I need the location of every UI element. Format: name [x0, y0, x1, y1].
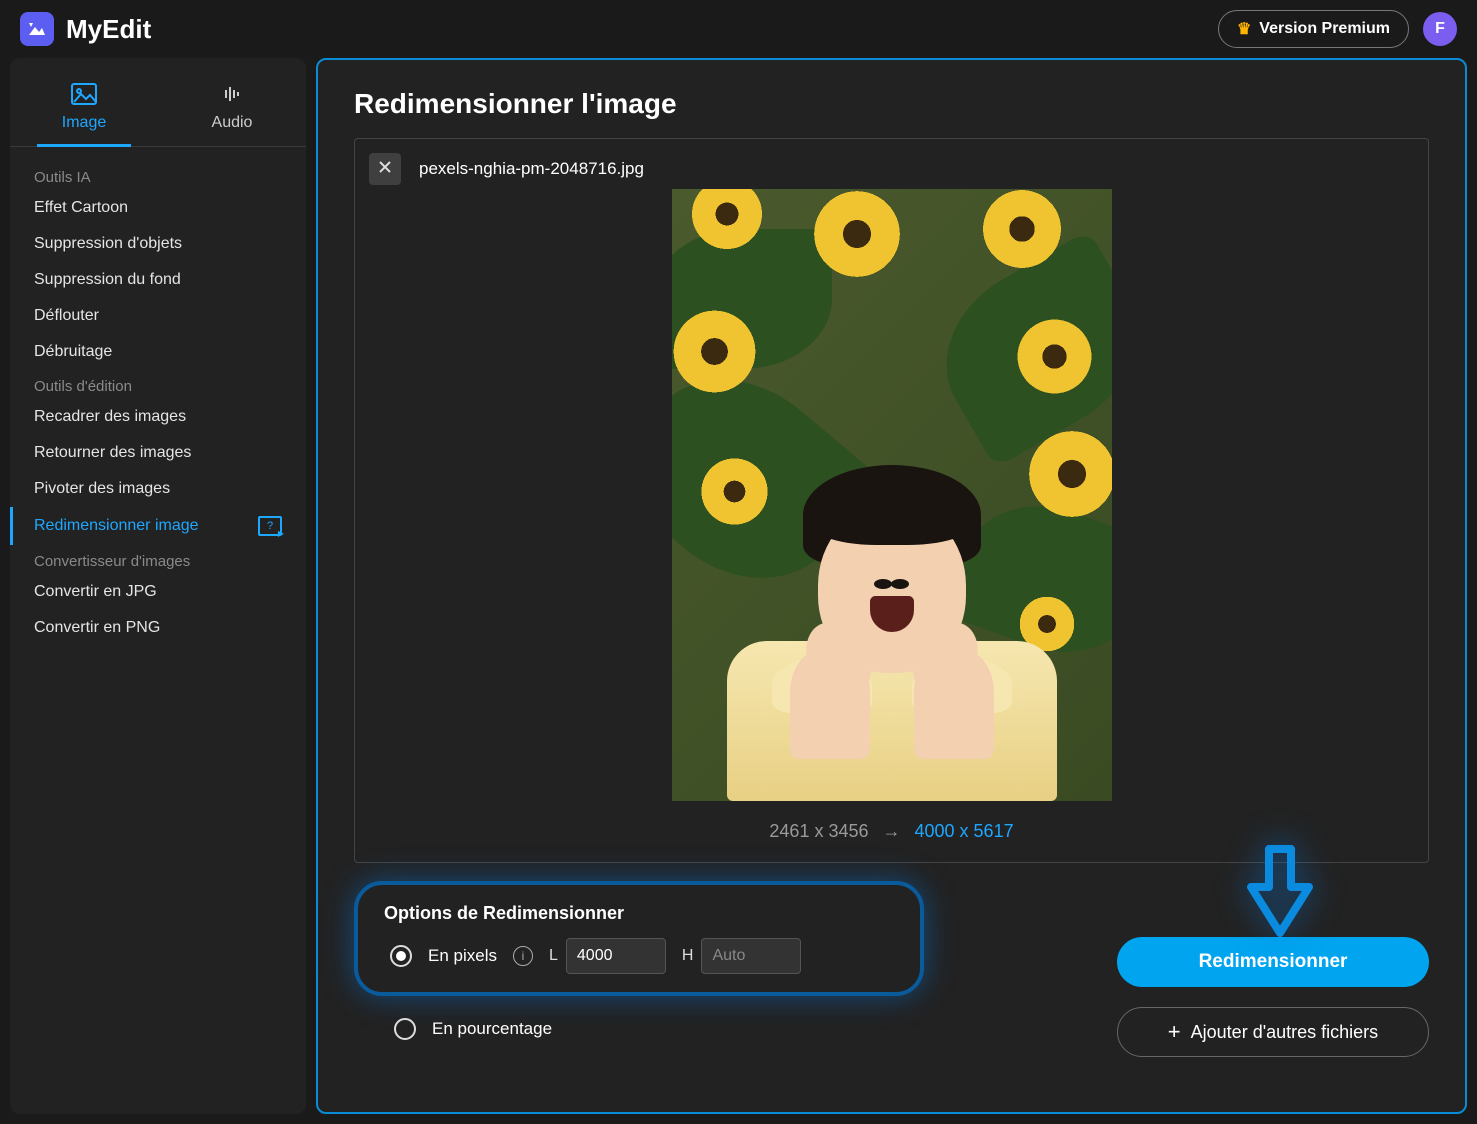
sidebar-item-rotate[interactable]: Pivoter des images: [10, 471, 306, 507]
sidebar-item-flip[interactable]: Retourner des images: [10, 435, 306, 471]
arrow-icon: →: [883, 821, 901, 842]
tab-audio[interactable]: Audio: [158, 70, 306, 146]
premium-label: Version Premium: [1259, 20, 1390, 38]
tab-audio-label: Audio: [212, 114, 253, 132]
preview-card: pexels-nghia-pm-2048716.jpg: [354, 138, 1429, 863]
sidebar-item-crop[interactable]: Recadrer des images: [10, 399, 306, 435]
logo-icon: [20, 12, 54, 46]
plus-icon: +: [1168, 1021, 1181, 1043]
page-title: Redimensionner l'image: [354, 88, 1429, 120]
section-converter: Convertisseur d'images: [10, 545, 306, 574]
resize-options: Options de Redimensionner En pixels i L …: [354, 881, 924, 996]
radio-pixels-label: En pixels: [428, 946, 497, 966]
radio-percent-label: En pourcentage: [432, 1019, 552, 1039]
sidebar-item-remove-objects[interactable]: Suppression d'objets: [10, 226, 306, 262]
sidebar-item-resize[interactable]: Redimensionner image: [10, 507, 306, 545]
sidebar-item-convert-jpg[interactable]: Convertir en JPG: [10, 574, 306, 610]
info-icon[interactable]: i: [513, 946, 533, 966]
premium-button[interactable]: ♛ Version Premium: [1218, 10, 1409, 48]
resize-icon: [258, 516, 282, 536]
sidebar-item-remove-bg[interactable]: Suppression du fond: [10, 262, 306, 298]
radio-percent[interactable]: [394, 1018, 416, 1040]
app-header: MyEdit ♛ Version Premium F: [0, 0, 1477, 58]
sidebar: Image Audio Outils IA Effet Cartoon Supp…: [10, 58, 306, 1114]
sidebar-item-cartoon[interactable]: Effet Cartoon: [10, 190, 306, 226]
filename: pexels-nghia-pm-2048716.jpg: [419, 159, 644, 179]
highlight-arrow-icon: [1241, 843, 1319, 944]
audio-icon: [218, 80, 246, 108]
brand-name: MyEdit: [66, 14, 151, 45]
close-icon: [377, 159, 393, 180]
brand[interactable]: MyEdit: [20, 12, 151, 46]
avatar-initial: F: [1435, 20, 1445, 38]
section-edit-tools: Outils d'édition: [10, 370, 306, 399]
image-preview: [672, 189, 1112, 801]
dimensions-readout: 2461 x 3456 → 4000 x 5617: [369, 821, 1414, 842]
resize-button[interactable]: Redimensionner: [1117, 937, 1429, 987]
original-dimensions: 2461 x 3456: [769, 821, 868, 842]
height-label: H: [682, 947, 694, 965]
width-input[interactable]: [566, 938, 666, 974]
avatar[interactable]: F: [1423, 12, 1457, 46]
sidebar-item-convert-png[interactable]: Convertir en PNG: [10, 610, 306, 646]
add-files-button[interactable]: + Ajouter d'autres fichiers: [1117, 1007, 1429, 1057]
crown-icon: ♛: [1237, 19, 1251, 39]
tab-image-label: Image: [62, 114, 106, 132]
options-heading: Options de Redimensionner: [384, 903, 880, 924]
sidebar-tabs: Image Audio: [10, 70, 306, 147]
remove-file-button[interactable]: [369, 153, 401, 185]
image-icon: [70, 80, 98, 108]
main-panel: Redimensionner l'image pexels-nghia-pm-2…: [316, 58, 1467, 1114]
height-input[interactable]: [701, 938, 801, 974]
new-dimensions: 4000 x 5617: [915, 821, 1014, 842]
tab-image[interactable]: Image: [10, 70, 158, 146]
sidebar-item-denoise[interactable]: Débruitage: [10, 334, 306, 370]
radio-pixels[interactable]: [390, 945, 412, 967]
section-ai-tools: Outils IA: [10, 161, 306, 190]
sidebar-item-unblur[interactable]: Déflouter: [10, 298, 306, 334]
width-label: L: [549, 947, 558, 965]
